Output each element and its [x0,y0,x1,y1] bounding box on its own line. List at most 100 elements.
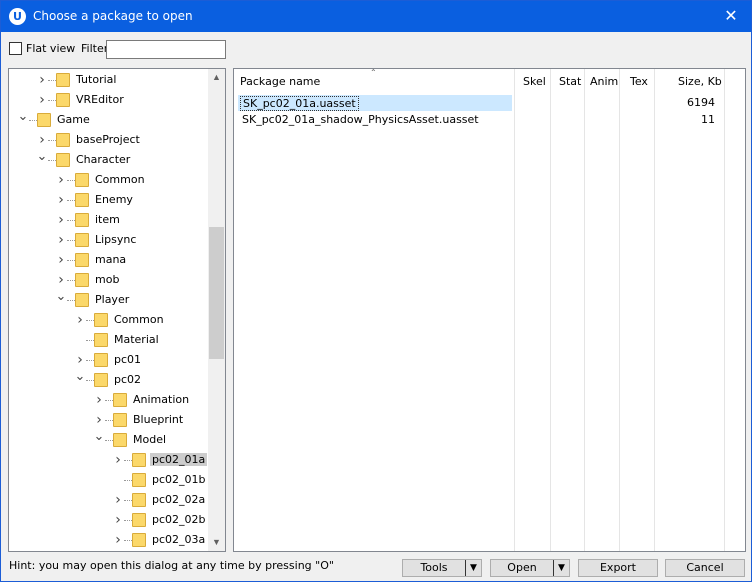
tree-connector [48,160,56,161]
folder-icon [94,313,108,327]
column-header-package-name[interactable]: Package name [240,69,514,93]
chevron-right-icon[interactable]: › [55,272,67,288]
tree-item[interactable]: › VREditor [36,90,186,110]
tree-item[interactable]: › mob [55,270,205,290]
close-icon[interactable]: ✕ [721,6,741,26]
chevron-down-icon[interactable]: ⌄ [17,110,29,128]
tree-item[interactable]: › Animation [93,390,225,410]
chevron-right-icon[interactable]: › [36,92,48,108]
tree-connector [48,140,56,141]
tree-item-label: pc02_02a [152,493,206,506]
tools-button-label: Tools [420,561,448,574]
scroll-down-icon[interactable]: ▼ [208,534,225,551]
tree-item-label: Material [114,333,159,346]
tree-item[interactable]: ⌄ Character [36,150,186,170]
tree-connector [67,300,75,301]
tree-item-label: Animation [133,393,190,406]
export-button[interactable]: Export [578,559,658,577]
list-item[interactable]: SK_pc02_01a.uasset 6194 [234,95,745,111]
folder-icon [113,413,127,427]
chevron-down-icon[interactable]: ▼ [465,560,481,576]
tree-connector [48,80,56,81]
tree-connector [67,240,75,241]
tree-item[interactable]: ⌄ pc02 [74,370,224,390]
tree-item[interactable]: › pc01 [74,350,224,370]
chevron-right-icon[interactable]: › [112,452,124,468]
chevron-right-icon[interactable]: › [55,192,67,208]
column-header-skel[interactable]: Skel [523,69,551,93]
scroll-thumb[interactable] [209,227,224,359]
tree-item-label: Common [95,173,145,186]
package-list[interactable]: ⌃ Package name Skel Stat Anim Tex Size, … [233,68,746,552]
folder-icon [94,353,108,367]
tree-connector [67,280,75,281]
chevron-right-icon[interactable]: › [55,252,67,268]
chevron-down-icon[interactable]: ⌄ [93,430,105,448]
folder-icon [56,93,70,107]
chevron-right-icon[interactable]: › [112,532,124,548]
tree-item[interactable]: › Blueprint [93,410,225,430]
tree-item-label: pc02_02b [152,513,206,526]
folder-icon [132,473,146,487]
chevron-right-icon[interactable]: › [112,512,124,528]
tree-item[interactable]: › mana [55,250,205,270]
chevron-down-icon[interactable]: ⌄ [55,290,67,308]
flat-view-checkbox[interactable] [9,42,22,55]
tree-connector [67,180,75,181]
chevron-right-icon[interactable]: › [55,212,67,228]
column-divider [514,69,515,551]
tree-connector [124,460,132,461]
column-header-tex[interactable]: Tex [630,69,660,93]
scroll-up-icon[interactable]: ▲ [208,69,225,86]
tree-item[interactable]: › baseProject [36,130,186,150]
folder-icon [94,373,108,387]
chevron-down-icon[interactable]: ⌄ [36,150,48,168]
filter-input[interactable] [106,40,226,59]
chevron-right-icon[interactable]: › [93,392,105,408]
chevron-right-icon[interactable]: › [55,172,67,188]
folder-icon [94,333,108,347]
cancel-button[interactable]: Cancel [665,559,745,577]
tree-scrollbar[interactable]: ▲ ▼ [208,69,225,551]
chevron-down-icon[interactable]: ⌄ [74,370,86,388]
tree-connector [29,120,37,121]
tree-item[interactable]: ⌄ Player [55,290,205,310]
package-size: 6194 [687,96,715,109]
tree-connector [86,360,94,361]
chevron-right-icon[interactable]: › [36,72,48,88]
tree-item-label: Tutorial [76,73,117,86]
column-divider [619,69,620,551]
tree-item-label: VREditor [76,93,124,106]
chevron-right-icon[interactable]: › [55,232,67,248]
chevron-right-icon[interactable]: › [112,492,124,508]
column-header-anim[interactable]: Anim [590,69,620,93]
chevron-right-icon[interactable]: › [93,412,105,428]
column-label: Size, Kb [678,75,722,88]
open-button[interactable]: Open ▼ [490,559,570,577]
tree-item[interactable]: ⌄ Model [93,430,225,450]
tools-button[interactable]: Tools ▼ [402,559,482,577]
tree-item[interactable]: › Common [74,310,224,330]
tree-item[interactable]: › Tutorial [36,70,186,90]
tree-item[interactable]: › Enemy [55,190,205,210]
tree-item[interactable]: Material [74,330,224,350]
folder-tree[interactable]: › Tutorial › VREditor ⌄ Game › baseProject ⌄ Char… [8,68,226,552]
tree-item-label: Enemy [95,193,133,206]
column-label: Skel [523,75,546,88]
tree-item[interactable]: › item [55,210,205,230]
chevron-down-icon[interactable]: ▼ [553,560,569,576]
column-header-stat[interactable]: Stat [559,69,587,93]
tree-item-label: Lipsync [95,233,137,246]
folder-icon [56,153,70,167]
chevron-right-icon[interactable]: › [36,132,48,148]
tree-item-label: pc02_03a [152,533,206,546]
column-header-size[interactable]: Size, Kb [678,69,738,93]
list-item[interactable]: SK_pc02_01a_shadow_PhysicsAsset.uasset 11 [234,112,745,128]
tree-item[interactable]: ⌄ Game [17,110,167,130]
folder-icon [75,213,89,227]
tree-item[interactable]: › Lipsync [55,230,205,250]
tree-connector [67,220,75,221]
chevron-right-icon[interactable]: › [74,352,86,368]
chevron-right-icon[interactable]: › [74,312,86,328]
tree-item[interactable]: › Common [55,170,205,190]
